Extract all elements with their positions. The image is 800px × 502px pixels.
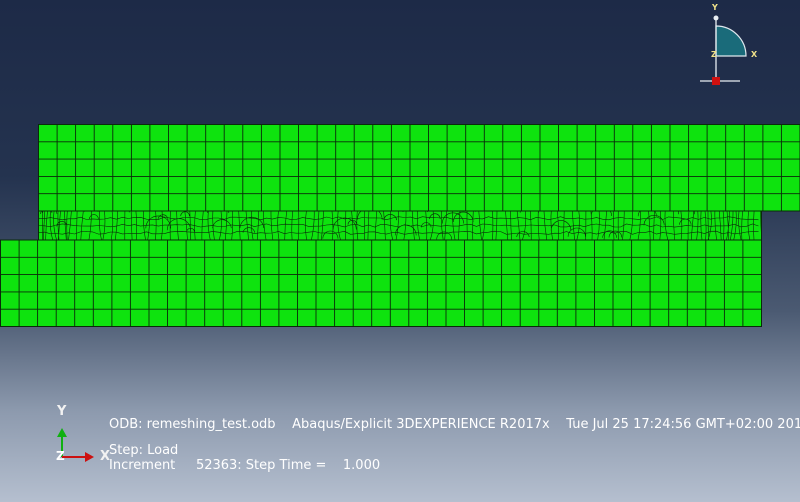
triad-top-y-label: Y <box>712 3 718 12</box>
step-info-line: Step: Load <box>109 443 179 458</box>
triad-origin-node-icon <box>712 77 720 85</box>
triad-top-z-label: Z <box>711 50 717 59</box>
model-viewport[interactable]: Y X Z Y X Z ODB: remeshing_test.odb Abaq… <box>0 0 800 502</box>
triad-quadrant-icon <box>715 25 747 57</box>
odb-info-line: ODB: remeshing_test.odb Abaqus/Explicit … <box>109 417 800 432</box>
triad-y-node <box>713 15 719 21</box>
triad-top-x-label: X <box>751 50 758 59</box>
triad-bottom-z-label: Z <box>56 449 65 463</box>
x-arrow-head-icon <box>85 452 94 462</box>
lower-mesh-block[interactable] <box>0 239 762 327</box>
upper-mesh-block[interactable] <box>38 124 800 212</box>
y-arrow-head-icon <box>57 428 67 437</box>
triad-bottom-y-label: Y <box>57 404 67 419</box>
upper-block-fill <box>38 124 800 212</box>
view-triad-top <box>700 15 747 85</box>
increment-info-line: Increment 52363: Step Time = 1.000 <box>109 458 381 473</box>
lower-block-fill <box>0 239 762 327</box>
